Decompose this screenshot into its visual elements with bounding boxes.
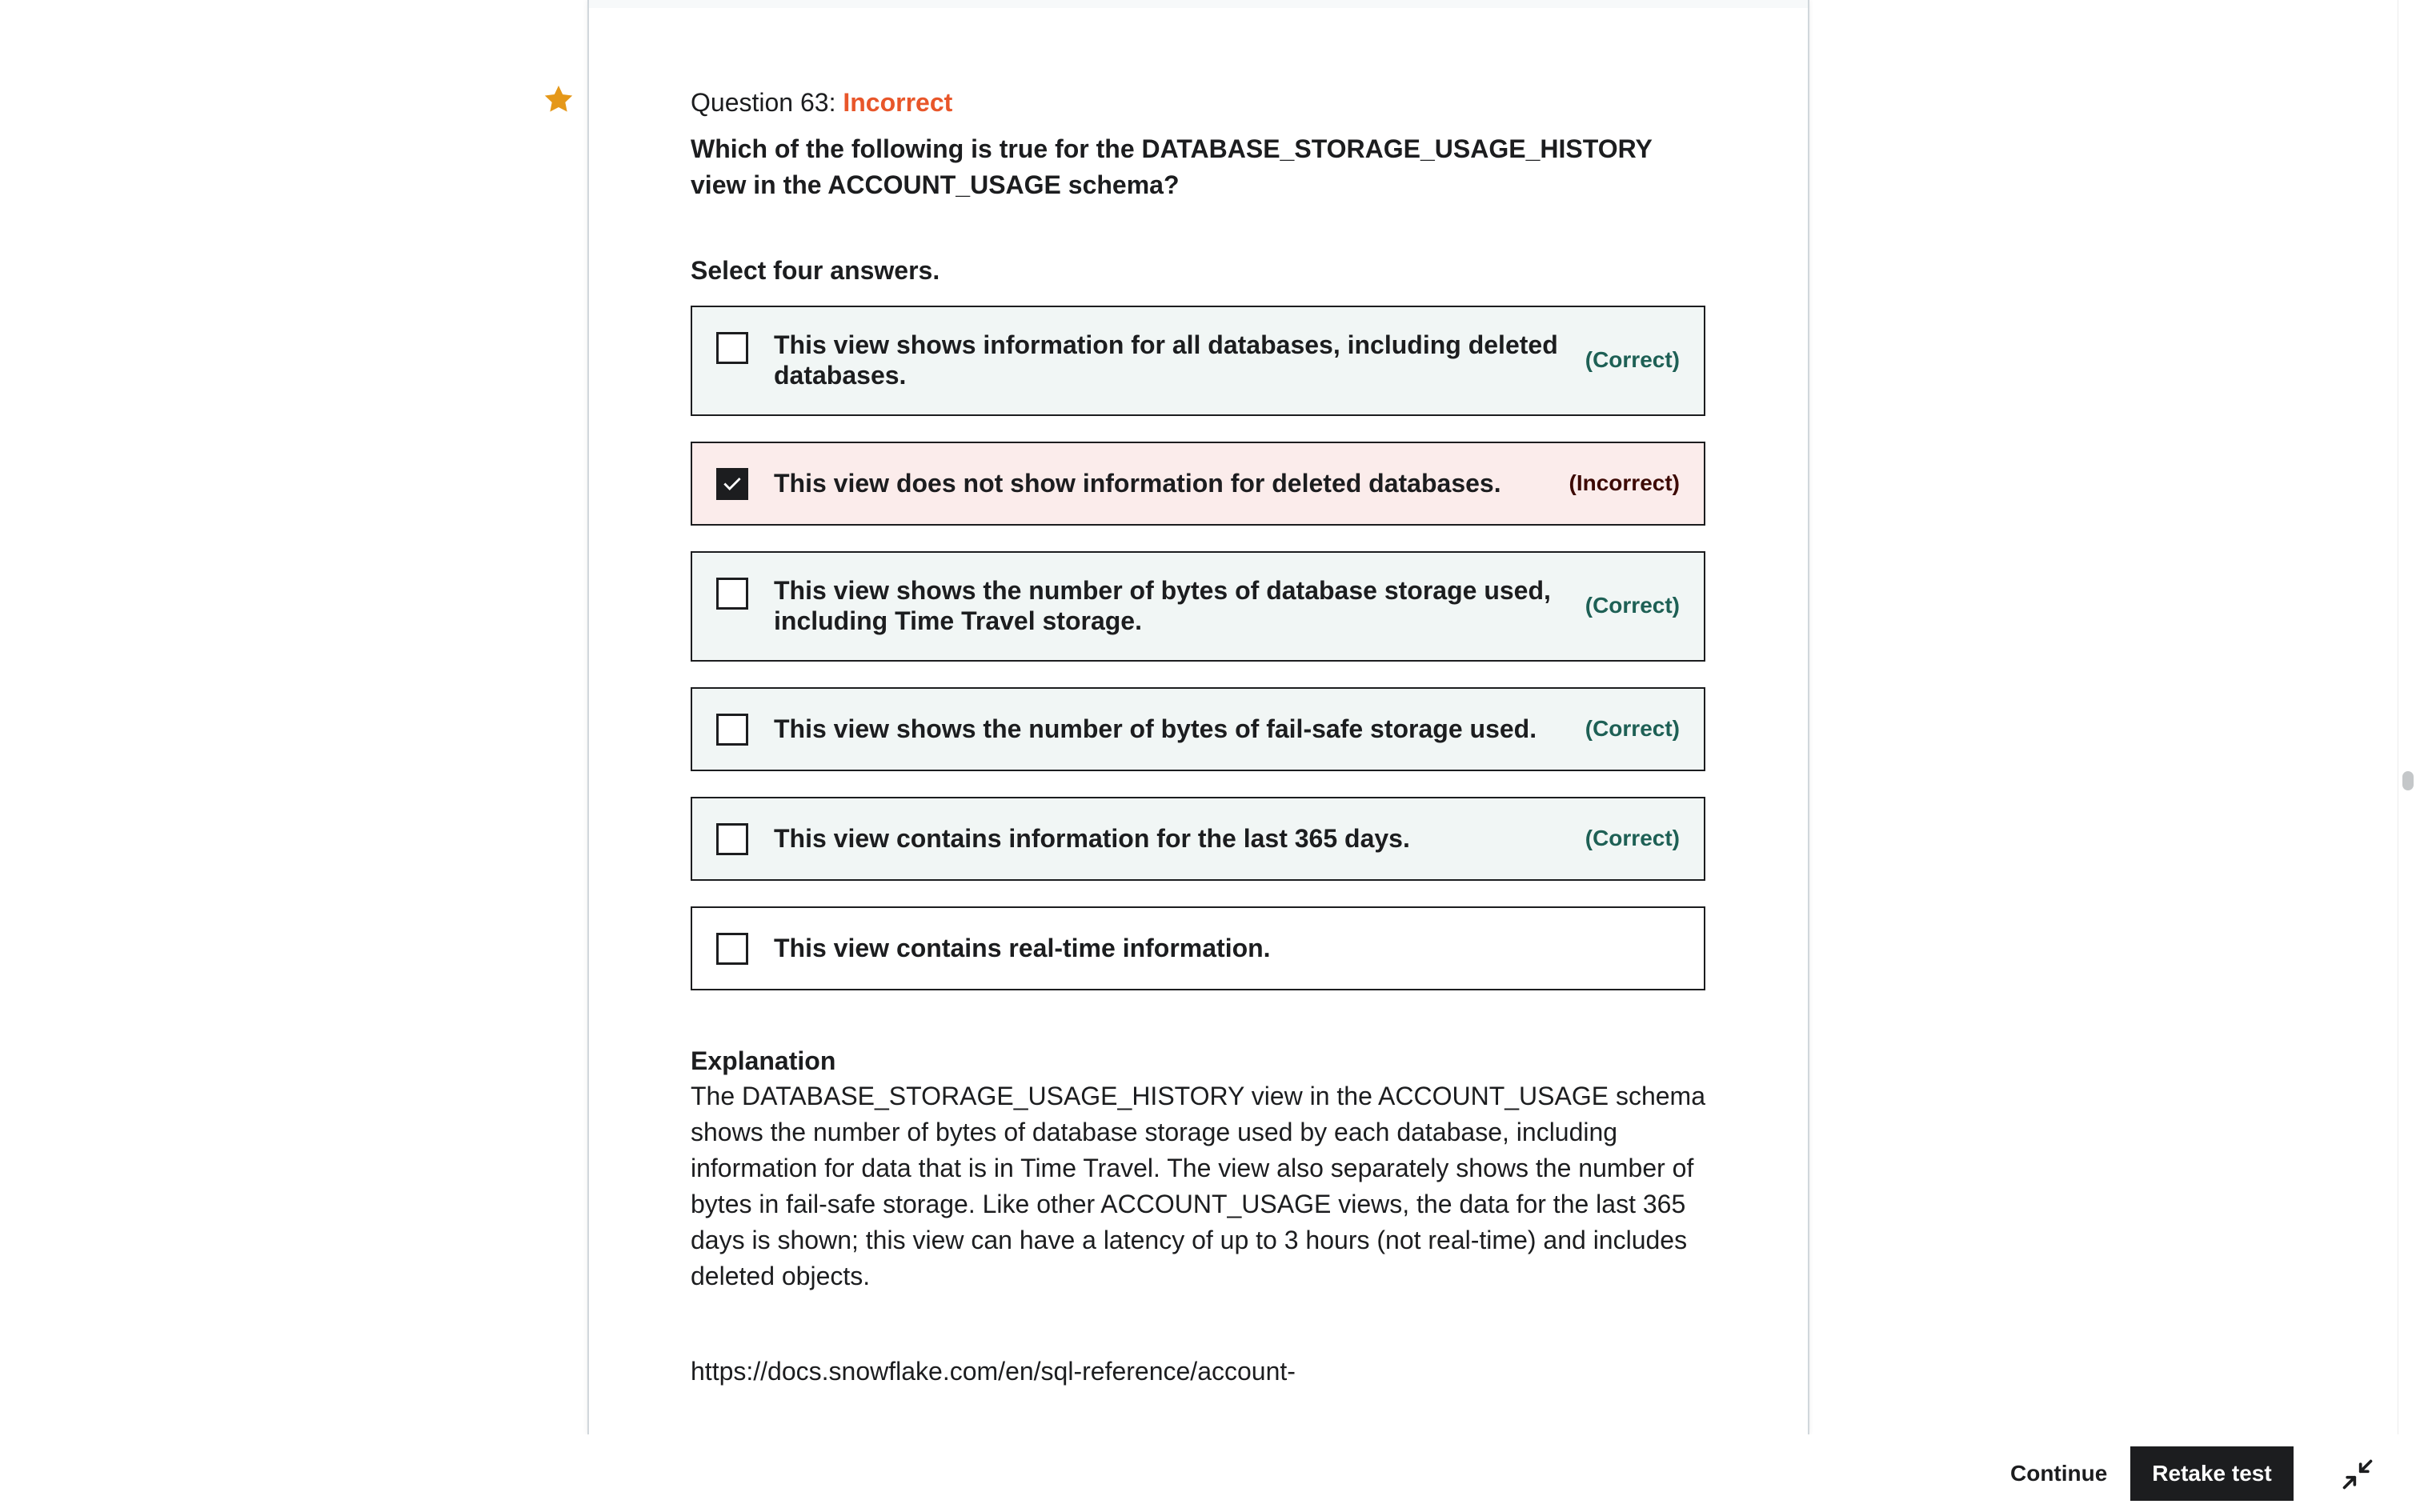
retake-test-button[interactable]: Retake test bbox=[2130, 1446, 2294, 1501]
answer-checkbox[interactable] bbox=[716, 714, 748, 746]
answer-checkbox[interactable] bbox=[716, 823, 748, 855]
answer-checkbox[interactable] bbox=[716, 332, 748, 364]
answer-list: This view shows information for all data… bbox=[691, 306, 1705, 990]
answer-option[interactable]: This view contains information for the l… bbox=[691, 797, 1705, 881]
answer-option[interactable]: This view contains real-time information… bbox=[691, 906, 1705, 990]
explanation-title: Explanation bbox=[691, 1046, 836, 1075]
answer-text: This view shows the number of bytes of d… bbox=[774, 576, 1551, 635]
collapse-icon[interactable] bbox=[2335, 1452, 2380, 1497]
answer-result-tag: (Correct) bbox=[1585, 593, 1680, 618]
answer-result-tag: (Correct) bbox=[1585, 347, 1680, 372]
reference-link[interactable]: https://docs.snowflake.com/en/sql-refere… bbox=[691, 1354, 1705, 1389]
page-scrollbar-thumb[interactable] bbox=[2402, 771, 2414, 790]
answer-text: This view contains real-time information… bbox=[774, 933, 1271, 962]
answer-text: This view shows information for all data… bbox=[774, 330, 1558, 390]
select-hint: Select four answers. bbox=[691, 256, 940, 285]
question-status: Incorrect bbox=[843, 88, 953, 117]
answer-option[interactable]: This view shows the number of bytes of f… bbox=[691, 687, 1705, 771]
answer-text: This view contains information for the l… bbox=[774, 823, 1410, 853]
answer-option[interactable]: This view shows information for all data… bbox=[691, 306, 1705, 416]
checkmark-icon bbox=[723, 478, 741, 490]
question-header: Question 63: Incorrect bbox=[691, 83, 1705, 122]
answer-text: This view shows the number of bytes of f… bbox=[774, 714, 1537, 743]
panel-top-edge bbox=[589, 0, 1808, 8]
answer-text: This view does not show information for … bbox=[774, 468, 1501, 498]
question-number: Question 63: bbox=[691, 88, 836, 117]
question-content: Question 63: Incorrect Which of the foll… bbox=[691, 83, 1705, 1389]
answer-result-tag: (Correct) bbox=[1585, 825, 1680, 850]
answer-option[interactable]: This view does not show information for … bbox=[691, 442, 1705, 526]
answer-checkbox[interactable] bbox=[716, 933, 748, 965]
answer-checkbox[interactable] bbox=[716, 578, 748, 610]
answer-checkbox[interactable] bbox=[716, 468, 748, 500]
star-icon[interactable] bbox=[543, 83, 575, 115]
page-scrollbar-track[interactable] bbox=[2398, 0, 2418, 1434]
continue-button[interactable]: Continue bbox=[1993, 1446, 2125, 1501]
answer-result-tag: (Incorrect) bbox=[1569, 470, 1680, 495]
answer-result-tag: (Correct) bbox=[1585, 715, 1680, 741]
explanation-body: The DATABASE_STORAGE_USAGE_HISTORY view … bbox=[691, 1082, 1705, 1290]
question-text: Which of the following is true for the D… bbox=[691, 134, 1653, 199]
answer-option[interactable]: This view shows the number of bytes of d… bbox=[691, 551, 1705, 662]
